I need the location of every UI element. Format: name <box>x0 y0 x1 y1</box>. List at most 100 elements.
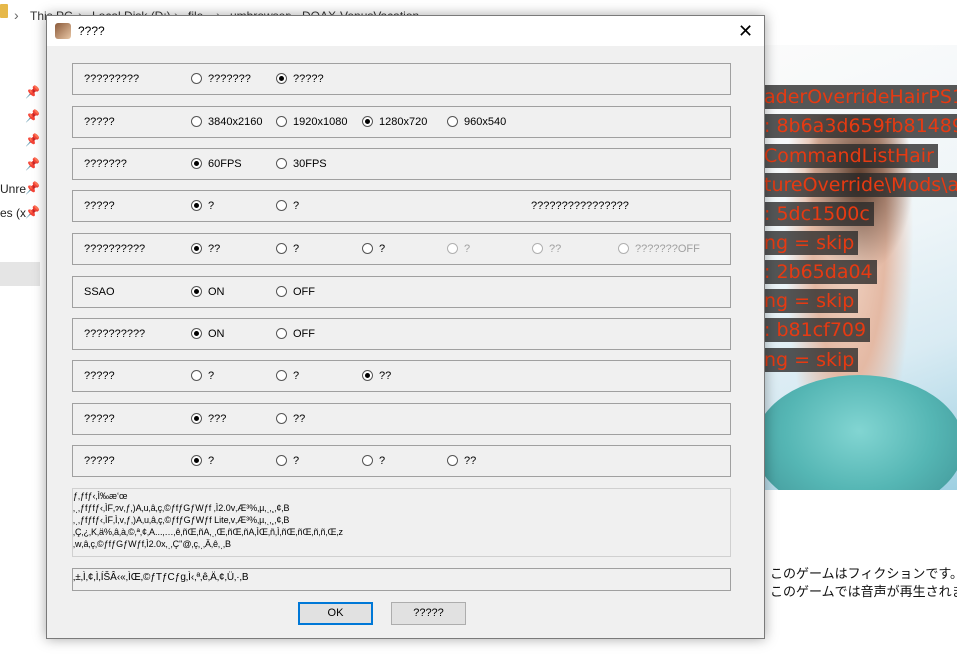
pin-icon: 📌 <box>25 205 40 219</box>
group-label: ????? <box>84 116 115 128</box>
log-line: aderOverrideHairPS1 <box>764 85 957 109</box>
description-line: ‚w‚â‚ç‚©ƒfƒGƒWƒf‚Ì2.0x‚ͺ‚Ç"@‚ç‚ͺ‚Ä‚ê‚ͺ‚B <box>73 539 231 549</box>
radio-icon <box>447 116 458 127</box>
radio-option-label: ? <box>293 243 300 255</box>
pin-icon: 📌 <box>25 109 40 123</box>
radio-option-label: ON <box>208 286 225 298</box>
radio-icon <box>447 455 458 466</box>
folder-icon <box>0 4 8 18</box>
radio-option-label: ? <box>379 243 386 255</box>
nav-item[interactable]: 📌 <box>0 106 40 130</box>
caption-line: このゲームはフィクションです。実 <box>770 566 957 581</box>
ok-button[interactable]: OK <box>298 602 373 625</box>
description-line: ‚Ç‚¿‚K‚ä%‚â‚à‚©‚ª‚¢‚A...‚…‚ê‚ñŒ‚ñA‚ͺ‚Œ‚ñ… <box>73 527 344 537</box>
radio-checked-icon <box>191 413 202 424</box>
radio-icon <box>191 370 202 381</box>
option-group: ?????????? ?? ? ? ? ?? ???????OFF <box>72 233 731 265</box>
status-text: ‚±‚Ì‚¢‚Ì‚ÍŠÂ‹«‚ÌŒ‚©ƒTƒCƒg‚Ì‹‚ª‚ê‚Ä‚¢‚Ü‚·… <box>73 572 249 583</box>
game-caption: このゲームはフィクションです。実 このゲームでは音声が再生されます <box>770 565 957 601</box>
pin-icon: 📌 <box>25 157 40 171</box>
log-line: : 5dc1500c <box>764 202 874 226</box>
radio-option-label: ??? <box>208 413 227 425</box>
game-preview-image: aderOverrideHairPS1 : 8b6a3d659fb81489 C… <box>764 45 957 490</box>
log-line: : 2b65da04 <box>764 260 877 284</box>
radio-option-label: OFF <box>293 286 315 298</box>
swim-ring <box>764 375 957 490</box>
radio-icon <box>191 116 202 127</box>
radio-icon <box>276 243 287 254</box>
radio-option-label: ??????? <box>208 73 251 85</box>
nav-item[interactable]: es (x 📌 <box>0 202 40 226</box>
group-label: SSAO <box>84 286 115 298</box>
log-line: : 8b6a3d659fb81489 <box>764 114 957 138</box>
radio-option-label: ? <box>293 200 300 212</box>
radio-icon <box>276 158 287 169</box>
radio-option-label: ON <box>208 328 225 340</box>
radio-option-label: 1920x1080 <box>293 116 348 128</box>
group-label: ????? <box>84 200 115 212</box>
pin-icon: 📌 <box>25 181 40 195</box>
dialog-titlebar[interactable]: ???? ✕ <box>47 16 764 46</box>
radio-icon <box>276 328 287 339</box>
nav-item-label: Unre <box>0 182 27 196</box>
pin-icon: 📌 <box>25 85 40 99</box>
group-label: ????? <box>84 413 115 425</box>
option-group: ????? ? ? ?? <box>72 360 731 392</box>
radio-option-label: ????? <box>293 73 324 85</box>
radio-checked-icon <box>362 370 373 381</box>
radio-option-label: ?? <box>208 243 221 255</box>
radio-checked-icon <box>191 328 202 339</box>
radio-option-label: ? <box>208 370 215 382</box>
secondary-button[interactable]: ????? <box>391 602 466 625</box>
group-label: ??????? <box>84 158 127 170</box>
radio-option-label: ?? <box>549 243 562 255</box>
nav-item[interactable]: 📌 <box>0 130 40 154</box>
radio-option-label: ?? <box>293 413 306 425</box>
radio-option-label: ???????OFF <box>635 243 700 255</box>
nav-item-label: es (x <box>0 206 27 220</box>
radio-icon <box>362 243 373 254</box>
log-line: ng = skip <box>764 231 859 255</box>
radio-icon <box>276 370 287 381</box>
option-group: ?????????? ON OFF <box>72 318 731 350</box>
radio-icon <box>532 243 543 254</box>
radio-option-label: 3840x2160 <box>208 116 263 128</box>
group-label: ?????????? <box>84 328 146 340</box>
radio-checked-icon <box>191 286 202 297</box>
radio-icon <box>276 455 287 466</box>
radio-checked-icon <box>191 158 202 169</box>
radio-option-label: 60FPS <box>208 158 242 170</box>
close-button[interactable]: ✕ <box>727 16 764 46</box>
radio-icon <box>447 243 458 254</box>
radio-option-label: OFF <box>293 328 315 340</box>
option-group: SSAO ON OFF <box>72 276 731 308</box>
log-line: ng = skip <box>764 289 859 313</box>
radio-option-label: ? <box>293 370 300 382</box>
app-icon <box>55 23 71 39</box>
radio-option-label: ? <box>293 455 300 467</box>
caption-line: このゲームでは音声が再生されます <box>770 584 957 599</box>
log-line: CommandListHair <box>764 144 938 168</box>
radio-option-label: 30FPS <box>293 158 327 170</box>
radio-option-label: ?? <box>464 455 477 467</box>
pin-icon: 📌 <box>25 133 40 147</box>
close-icon: ✕ <box>737 21 754 41</box>
nav-item[interactable]: 📌 <box>0 82 40 106</box>
option-group: ????? 3840x2160 1920x1080 1280x720 960x5… <box>72 106 731 138</box>
radio-icon <box>191 73 202 84</box>
radio-icon <box>276 413 287 424</box>
radio-option-label: ? <box>208 455 215 467</box>
log-line: tureOverride\Mods\a <box>764 173 957 197</box>
dialog-title: ???? <box>78 24 105 38</box>
radio-checked-icon <box>191 243 202 254</box>
group-label: ????? <box>84 455 115 467</box>
nav-item[interactable]: Unre 📌 <box>0 178 40 202</box>
radio-option-label: ? <box>208 200 215 212</box>
option-group: ????? ??? ?? <box>72 403 731 435</box>
nav-item-selected[interactable] <box>0 262 40 286</box>
radio-icon <box>362 455 373 466</box>
nav-item[interactable]: 📌 <box>0 154 40 178</box>
description-line: ‚ͺ‚ƒfƒfƒ‹‚ÌF‚ɂv‚ƒ‚)A‚u‚â‚ç‚©ƒfƒGƒWƒf ‚Ì2… <box>73 503 290 513</box>
radio-icon <box>618 243 629 254</box>
radio-icon <box>276 286 287 297</box>
